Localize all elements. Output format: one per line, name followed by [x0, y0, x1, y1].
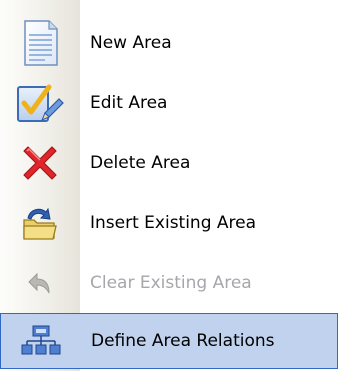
relations-diagram-icon: [21, 324, 61, 358]
menu-item-label: New Area: [90, 33, 172, 53]
insert-folder-icon: [20, 204, 60, 242]
menu-item-label: Delete Area: [90, 153, 191, 173]
menu-item-label: Define Area Relations: [91, 331, 275, 351]
menu-item-label: Insert Existing Area: [90, 213, 257, 233]
menu-item-label: Edit Area: [90, 93, 168, 113]
menu-item-clear-existing-area[interactable]: Clear Existing Area: [0, 253, 338, 313]
menu-item-edit-area[interactable]: Edit Area: [0, 73, 338, 133]
menu-item-insert-existing-area[interactable]: Insert Existing Area: [0, 193, 338, 253]
edit-checkmark-icon: [15, 81, 65, 125]
menu-item-new-area[interactable]: New Area: [0, 13, 338, 73]
delete-x-icon: [18, 141, 62, 185]
menu-item-define-area-relations[interactable]: Define Area Relations: [0, 313, 338, 369]
menu-item-delete-area[interactable]: Delete Area: [0, 133, 338, 193]
new-document-icon: [19, 19, 61, 67]
menu-item-label: Clear Existing Area: [90, 273, 252, 293]
clear-arrow-icon: [23, 266, 57, 300]
context-menu: New Area Edit Area Delete Area Insert Ex…: [0, 0, 338, 371]
